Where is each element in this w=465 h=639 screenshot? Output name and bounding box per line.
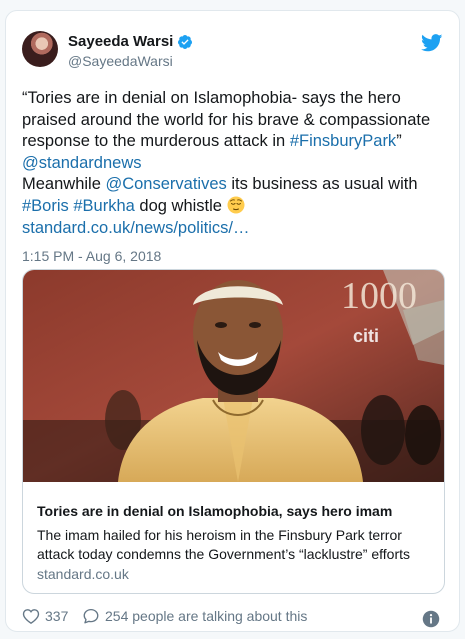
- author-handle[interactable]: @SayeedaWarsi: [68, 53, 173, 69]
- verified-badge-icon: [178, 34, 193, 49]
- tweet-text: “Tories are in denial on Islamophobia- s…: [22, 88, 447, 239]
- tweet-text-part: ”: [396, 132, 402, 151]
- backdrop-logo: citi: [353, 326, 379, 346]
- comment-bubble-icon: [83, 608, 99, 624]
- tweet-card: Sayeeda Warsi @SayeedaWarsi “Tories are …: [5, 10, 460, 632]
- article-link[interactable]: standard.co.uk/news/politics/…: [22, 219, 249, 237]
- tweet-text-part: its business as usual with: [226, 175, 418, 194]
- backdrop-number: 1000: [341, 275, 417, 317]
- link-preview-card[interactable]: 1000 citi Tories are in denial on Islamo…: [22, 269, 445, 594]
- tweet-text-part: Meanwhile: [22, 175, 106, 194]
- card-title[interactable]: Tories are in denial on Islamophobia, sa…: [37, 503, 392, 519]
- tweet-text-part: dog whistle: [134, 196, 227, 215]
- like-action[interactable]: 337: [22, 607, 68, 625]
- author-name-row[interactable]: Sayeeda Warsi: [68, 33, 193, 50]
- mention-link[interactable]: @standardnews: [22, 154, 141, 172]
- hashtag-link[interactable]: #FinsburyPark: [290, 132, 396, 150]
- mention-link[interactable]: @Conservatives: [105, 175, 226, 193]
- info-icon[interactable]: [422, 610, 440, 628]
- relieved-face-icon: [227, 196, 245, 214]
- card-domain: standard.co.uk: [37, 566, 129, 582]
- like-count: 337: [45, 608, 69, 624]
- article-photo: 1000 citi: [23, 270, 444, 482]
- hashtag-link[interactable]: #Boris: [22, 197, 69, 215]
- talking-count: 254 people are talking about this: [105, 608, 308, 624]
- author-name[interactable]: Sayeeda Warsi: [68, 33, 173, 50]
- hashtag-link[interactable]: #Burkha: [73, 197, 134, 215]
- card-description: The imam hailed for his heroism in the F…: [37, 527, 410, 562]
- avatar[interactable]: [22, 31, 58, 67]
- tweet-timestamp[interactable]: 1:15 PM - Aug 6, 2018: [22, 248, 161, 264]
- heart-icon: [22, 609, 40, 625]
- tweet-header: Sayeeda Warsi @SayeedaWarsi: [22, 31, 445, 79]
- tweet-footer: 337 254 people are talking about this: [22, 607, 445, 629]
- conversation-action[interactable]: 254 people are talking about this: [82, 607, 307, 625]
- twitter-bird-icon[interactable]: [421, 34, 443, 52]
